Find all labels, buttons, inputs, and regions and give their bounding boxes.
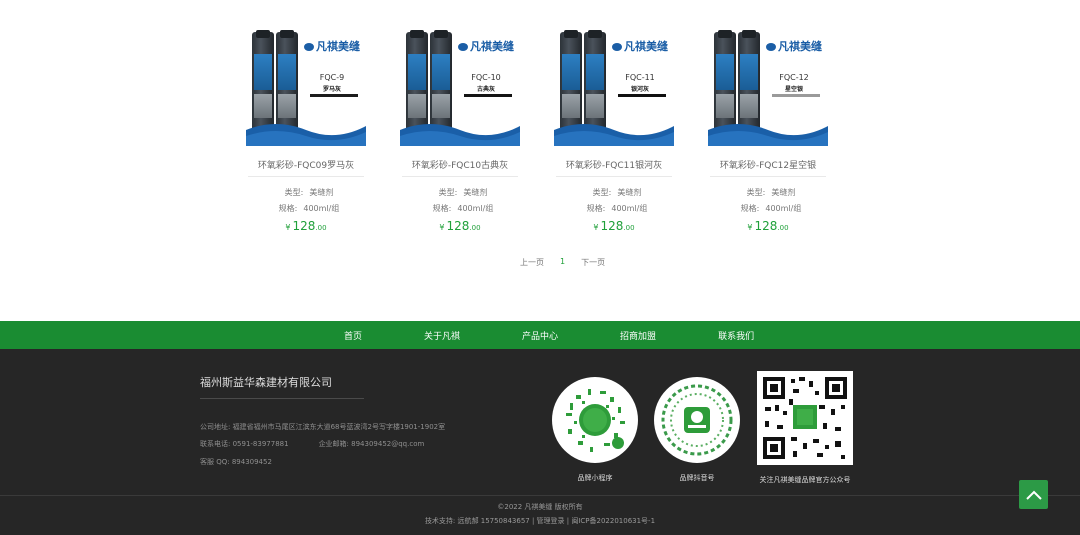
product-price: ¥128.00 [439, 219, 481, 233]
douyin-code [654, 377, 740, 463]
company-address: 公司地址: 福建省福州市马尾区江滨东大道68号蓝波湾2号写字楼1901-1902… [200, 423, 446, 431]
product-grid: 凡祺美缝 ​ FQC-9 罗马灰 环氧彩砂-FQC09罗马灰 类型:美缝剂 规格… [246, 28, 828, 233]
product-color-name: 古典灰 [476, 86, 495, 93]
product-code: FQC-9 [319, 73, 345, 82]
nav-franchise[interactable]: 招商加盟 [620, 329, 656, 342]
color-swatch [618, 94, 666, 97]
nav-about[interactable]: 关于凡祺 [424, 329, 460, 342]
product-image[interactable]: 凡祺美缝 ​ FQC-9 罗马灰 [246, 28, 366, 146]
current-page[interactable]: 1 [560, 257, 565, 268]
footer: 福州斯益华森建材有限公司 公司地址: 福建省福州市马尾区江滨东大道68号蓝波湾2… [0, 349, 1080, 535]
company-name: 福州斯益华森建材有限公司 [200, 376, 332, 389]
brand-logo: 凡祺美缝 [304, 38, 360, 54]
qr-mini-program: 品牌小程序 [552, 377, 638, 483]
product-color-name: 银河灰 [630, 86, 649, 93]
product-image[interactable]: 凡祺美缝 FQC-12 星空银 [708, 28, 828, 146]
product-spec: 规格: 400ml/组 [740, 204, 802, 213]
product-title[interactable]: 环氧彩砂-FQC10古典灰 [400, 158, 520, 172]
brand-logo: 凡祺美缝 [612, 38, 668, 54]
product-type: 类型: 美缝剂 [592, 188, 642, 197]
nav-home[interactable]: 首页 [344, 329, 362, 342]
product-type: 类型: 美缝剂 [438, 188, 488, 197]
back-to-top-button[interactable] [1019, 480, 1048, 509]
product-type: 类型: 美缝剂 [746, 188, 796, 197]
company-phone: 联系电话: 0591-83977881 [200, 440, 289, 448]
qr-douyin-label: 品牌抖音号 [679, 474, 715, 482]
wave-decoration [246, 124, 366, 146]
qr-wechat-label: 关注凡祺美缝品牌官方公众号 [759, 476, 851, 484]
mini-program-code [552, 377, 638, 463]
product-color-name: 星空银 [784, 86, 803, 93]
product-image[interactable]: 凡祺美缝 FQC-10 古典灰 [400, 28, 520, 146]
product-price: ¥128.00 [593, 219, 635, 233]
product-type: 类型: 美缝剂 [284, 188, 334, 197]
brand-logo: 凡祺美缝 [766, 38, 822, 54]
copyright: ©2022 凡祺美缝 版权所有 [497, 503, 583, 511]
footer-nav-bar: 首页 关于凡祺 产品中心 招商加盟 联系我们 [0, 321, 1080, 349]
wave-decoration [554, 124, 674, 146]
wave-decoration [400, 124, 520, 146]
wechat-qr-code [757, 371, 853, 465]
product-title[interactable]: 环氧彩砂-FQC11银河灰 [554, 158, 674, 172]
product-title[interactable]: 环氧彩砂-FQC12星空银 [708, 158, 828, 172]
product-color-name: 罗马灰 [322, 86, 341, 93]
qr-douyin: 品牌抖音号 [654, 377, 740, 483]
qr-wechat: 关注凡祺美缝品牌官方公众号 [750, 371, 860, 485]
product-price: ¥128.00 [747, 219, 789, 233]
nav-contact[interactable]: 联系我们 [718, 329, 754, 342]
product-code: FQC-10 [471, 73, 501, 82]
product-title[interactable]: 环氧彩砂-FQC09罗马灰 [246, 158, 366, 172]
tech-support-line[interactable]: 技术支持: 远航郝 15750843657 | 管理登录 | 闽ICP备2022… [0, 516, 1080, 526]
product-spec: 规格: 400ml/组 [278, 204, 340, 213]
color-swatch [772, 94, 820, 97]
prev-page-link[interactable]: 上一页 [520, 257, 544, 268]
product-code: FQC-12 [779, 73, 809, 82]
next-page-link[interactable]: 下一页 [581, 257, 605, 268]
product-card[interactable]: 凡祺美缝 FQC-12 星空银 环氧彩砂-FQC12星空银 类型: 美缝剂 规格:… [708, 28, 828, 233]
color-swatch [310, 94, 358, 97]
nav-products[interactable]: 产品中心 [522, 329, 558, 342]
product-spec: 规格: 400ml/组 [432, 204, 494, 213]
contact-row: 联系电话: 0591-83977881 企业邮箱: 894309452@qq.co… [200, 439, 424, 449]
product-spec: 规格: 400ml/组 [586, 204, 648, 213]
chevron-up-icon [1025, 490, 1042, 500]
divider [200, 398, 364, 399]
product-image[interactable]: 凡祺美缝 FQC-11 银河灰 [554, 28, 674, 146]
color-swatch [464, 94, 512, 97]
product-card[interactable]: 凡祺美缝 FQC-11 银河灰 环氧彩砂-FQC11银河灰 类型: 美缝剂 规格:… [554, 28, 674, 233]
product-card[interactable]: 凡祺美缝 FQC-10 古典灰 环氧彩砂-FQC10古典灰 类型: 美缝剂 规格:… [400, 28, 520, 233]
brand-logo: 凡祺美缝 [458, 38, 514, 54]
company-email: 企业邮箱: 894309452@qq.com [318, 440, 425, 448]
wave-decoration [708, 124, 828, 146]
pagination: 上一页 1 下一页 [520, 257, 605, 268]
company-qq: 客服 QQ: 894309452 [200, 458, 272, 466]
product-card[interactable]: 凡祺美缝 ​ FQC-9 罗马灰 环氧彩砂-FQC09罗马灰 类型:美缝剂 规格… [246, 28, 366, 233]
product-code: FQC-11 [625, 73, 655, 82]
product-price: ¥128.00 [285, 219, 327, 233]
qr-mini-label: 品牌小程序 [577, 474, 613, 482]
divider [0, 495, 1080, 496]
